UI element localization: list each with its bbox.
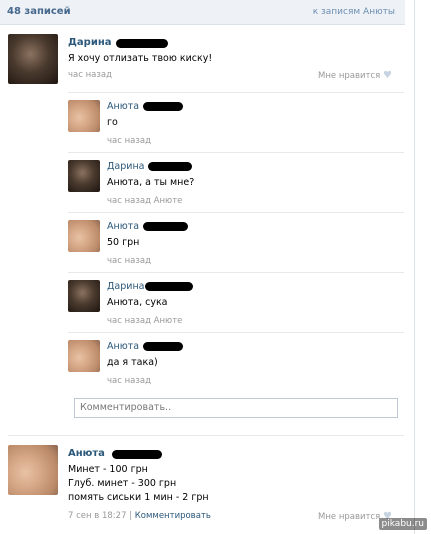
to-anyuta-posts-link[interactable]: к записям Анюты [313,7,395,17]
watermark: pikabu.ru [378,518,427,530]
comment-input[interactable]: Комментировать.. [74,398,398,418]
redaction [143,222,188,231]
comment-text: го [107,117,118,128]
posts-header: 48 записей к записям Анюты [0,0,405,25]
comment-text: Анюта, сука [107,297,168,308]
comment-time[interactable]: час назад [107,136,151,146]
post-line: помять сиськи 1 мин - 2 грн [68,492,209,503]
comment-author[interactable]: Анюта [107,341,139,352]
heart-icon: ♥ [382,70,392,81]
avatar[interactable] [8,445,58,495]
avatar[interactable] [8,34,58,84]
post-text: Я хочу отлизать твою киску! [68,53,213,64]
comment-text: Анюта, а ты мне? [107,177,195,188]
like-label: Мне нравится [318,512,381,522]
comment-time[interactable]: час назад [107,256,151,266]
comment-author[interactable]: Дарина [107,161,144,172]
comment-author[interactable]: Дарина [107,281,144,292]
comment-time[interactable]: час назад Анюте [107,196,182,206]
comment-avatar[interactable] [68,280,100,312]
comment-avatar[interactable] [68,340,100,372]
post-author[interactable]: Анюта [68,448,105,459]
redaction [143,342,183,351]
comment-button[interactable]: Комментировать [135,511,211,521]
like-button[interactable]: Мне нравится ♥ [318,70,392,81]
scroll-divider [414,0,415,534]
comment-time[interactable]: час назад Анюте [107,316,182,326]
redaction [116,39,168,48]
redaction [148,162,192,171]
comment-text: 50 грн [107,237,140,248]
post-time[interactable]: час назад [68,70,112,80]
comment-separator [68,152,404,153]
comment-separator [68,272,404,273]
redaction [145,282,193,291]
post-author[interactable]: Дарина [68,37,111,48]
posts-count: 48 записей [7,6,71,17]
redaction [112,450,162,459]
comment-separator [68,332,404,333]
comment-author[interactable]: Анюта [107,101,139,112]
comment-time[interactable]: час назад [107,376,151,386]
like-label: Мне нравится [318,71,381,81]
comments-top-separator [68,92,404,93]
comment-separator [68,212,404,213]
comment-text: да я така) [107,357,158,368]
post-line: Глуб. минет - 300 грн [68,478,177,489]
comment-avatar[interactable] [68,160,100,192]
comment-avatar[interactable] [68,220,100,252]
redaction [143,102,183,111]
post-time[interactable]: 7 сен в 18:27 [68,511,126,521]
comment-avatar[interactable] [68,100,100,132]
post-footer: 7 сен в 18:27 | Комментировать [68,511,211,521]
comment-author[interactable]: Анюта [107,221,139,232]
footer-divider: | [129,511,133,521]
post-separator [8,435,404,436]
post-line: Минет - 100 грн [68,464,148,475]
